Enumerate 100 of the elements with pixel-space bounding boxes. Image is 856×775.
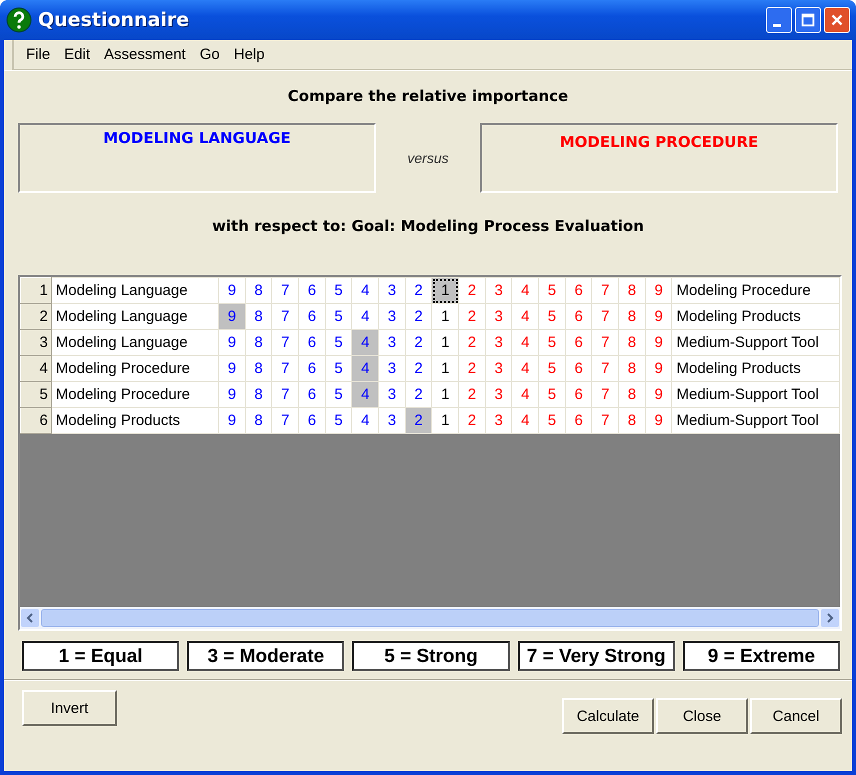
scale-cell[interactable]: 3 — [378, 278, 406, 304]
scale-cell[interactable]: 5 — [325, 408, 352, 434]
scale-cell[interactable]: 9 — [645, 278, 672, 304]
scale-cell[interactable]: 1 — [432, 278, 459, 304]
scale-cell[interactable]: 8 — [245, 304, 272, 330]
scale-cell[interactable]: 6 — [565, 382, 592, 408]
scale-cell[interactable]: 9 — [218, 356, 246, 382]
scale-cell[interactable]: 5 — [538, 356, 566, 382]
scale-cell[interactable]: 3 — [378, 408, 406, 434]
scale-cell[interactable]: 6 — [298, 278, 326, 304]
scale-cell[interactable]: 2 — [458, 304, 486, 330]
scale-cell[interactable]: 8 — [245, 408, 272, 434]
dialog-button[interactable]: Calculate — [562, 698, 654, 734]
scale-cell[interactable]: 6 — [565, 278, 592, 304]
scale-cell[interactable]: 4 — [512, 304, 539, 330]
scale-cell[interactable]: 3 — [378, 330, 406, 356]
scale-cell[interactable]: 3 — [485, 304, 512, 330]
scale-cell[interactable]: 8 — [245, 356, 272, 382]
scale-cell[interactable]: 7 — [592, 304, 619, 330]
scroll-left-icon[interactable] — [21, 609, 39, 627]
scale-cell[interactable]: 5 — [538, 382, 566, 408]
scale-cell[interactable]: 9 — [218, 330, 246, 356]
scale-cell[interactable]: 7 — [272, 408, 299, 434]
dialog-button[interactable]: Close — [656, 698, 748, 734]
scale-cell[interactable]: 7 — [272, 330, 299, 356]
scale-cell[interactable]: 9 — [218, 408, 246, 434]
scale-cell[interactable]: 8 — [618, 278, 646, 304]
scale-cell[interactable]: 8 — [618, 382, 646, 408]
scale-cell[interactable]: 6 — [565, 356, 592, 382]
scale-cell[interactable]: 9 — [645, 408, 672, 434]
scale-cell[interactable]: 6 — [565, 408, 592, 434]
horizontal-scrollbar[interactable] — [20, 607, 840, 629]
scale-cell[interactable]: 8 — [618, 356, 646, 382]
menu-item[interactable]: Help — [234, 46, 265, 63]
scale-cell[interactable]: 4 — [352, 382, 379, 408]
scale-cell[interactable]: 4 — [512, 382, 539, 408]
scale-cell[interactable]: 2 — [405, 408, 432, 434]
scale-cell[interactable]: 1 — [432, 356, 459, 382]
scale-cell[interactable]: 9 — [218, 382, 246, 408]
scale-cell[interactable]: 8 — [618, 408, 646, 434]
scale-cell[interactable]: 2 — [405, 356, 432, 382]
scale-cell[interactable]: 5 — [538, 408, 566, 434]
scale-cell[interactable]: 7 — [272, 278, 299, 304]
scale-cell[interactable]: 3 — [485, 330, 512, 356]
scale-cell[interactable]: 8 — [618, 304, 646, 330]
scale-cell[interactable]: 4 — [352, 356, 379, 382]
scroll-thumb[interactable] — [41, 609, 819, 627]
scale-cell[interactable]: 4 — [512, 408, 539, 434]
invert-button[interactable]: Invert — [22, 690, 117, 726]
scale-cell[interactable]: 6 — [298, 304, 326, 330]
scale-cell[interactable]: 9 — [645, 382, 672, 408]
scale-cell[interactable]: 8 — [245, 382, 272, 408]
scale-cell[interactable]: 3 — [485, 356, 512, 382]
scale-cell[interactable]: 3 — [485, 408, 512, 434]
scale-cell[interactable]: 1 — [432, 304, 459, 330]
scale-cell[interactable]: 5 — [538, 330, 566, 356]
scale-cell[interactable]: 3 — [485, 382, 512, 408]
scale-cell[interactable]: 9 — [218, 304, 246, 330]
scale-cell[interactable]: 1 — [432, 382, 459, 408]
scale-cell[interactable]: 4 — [512, 356, 539, 382]
dialog-button[interactable]: Cancel — [750, 698, 842, 734]
scale-cell[interactable]: 9 — [645, 330, 672, 356]
scale-cell[interactable]: 2 — [405, 304, 432, 330]
scale-cell[interactable]: 6 — [565, 304, 592, 330]
scale-cell[interactable]: 5 — [538, 278, 566, 304]
scale-cell[interactable]: 3 — [378, 304, 406, 330]
menu-item[interactable]: Edit — [64, 46, 90, 63]
menu-item[interactable]: Go — [200, 46, 220, 63]
scale-cell[interactable]: 6 — [298, 382, 326, 408]
scale-cell[interactable]: 9 — [645, 356, 672, 382]
scale-cell[interactable]: 4 — [512, 330, 539, 356]
scale-cell[interactable]: 6 — [298, 330, 326, 356]
scale-cell[interactable]: 7 — [592, 278, 619, 304]
scale-cell[interactable]: 5 — [538, 304, 566, 330]
scroll-right-icon[interactable] — [821, 609, 839, 627]
scale-cell[interactable]: 2 — [458, 278, 486, 304]
scale-cell[interactable]: 8 — [245, 330, 272, 356]
scale-cell[interactable]: 3 — [485, 278, 512, 304]
scale-cell[interactable]: 7 — [592, 330, 619, 356]
scale-cell[interactable]: 2 — [405, 330, 432, 356]
scale-cell[interactable]: 4 — [352, 278, 379, 304]
scale-cell[interactable]: 4 — [512, 278, 539, 304]
scale-cell[interactable]: 6 — [565, 330, 592, 356]
menu-item[interactable]: Assessment — [104, 46, 186, 63]
scale-cell[interactable]: 7 — [592, 382, 619, 408]
scale-cell[interactable]: 2 — [458, 382, 486, 408]
scale-cell[interactable]: 7 — [592, 356, 619, 382]
scale-cell[interactable]: 8 — [245, 278, 272, 304]
scale-cell[interactable]: 6 — [298, 356, 326, 382]
minimize-button[interactable] — [766, 7, 792, 33]
scale-cell[interactable]: 7 — [272, 382, 299, 408]
scale-cell[interactable]: 4 — [352, 330, 379, 356]
menu-item[interactable]: File — [26, 46, 50, 63]
scale-cell[interactable]: 5 — [325, 278, 352, 304]
scale-cell[interactable]: 9 — [645, 304, 672, 330]
scale-cell[interactable]: 7 — [272, 304, 299, 330]
scale-cell[interactable]: 3 — [378, 382, 406, 408]
maximize-button[interactable] — [795, 7, 821, 33]
scale-cell[interactable]: 3 — [378, 356, 406, 382]
scale-cell[interactable]: 2 — [458, 356, 486, 382]
